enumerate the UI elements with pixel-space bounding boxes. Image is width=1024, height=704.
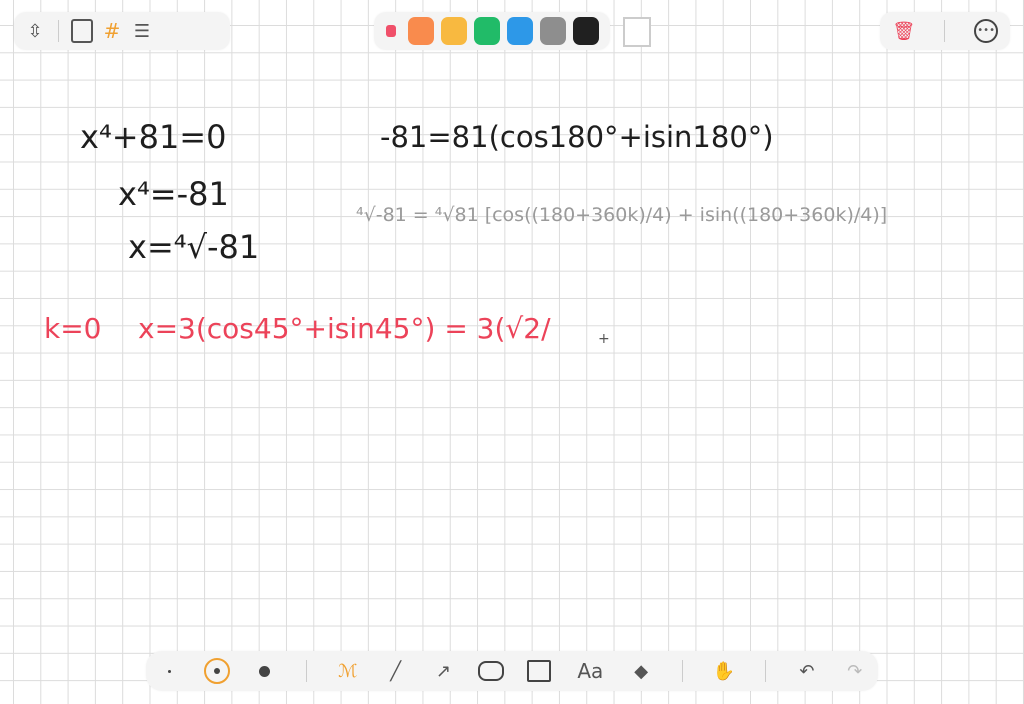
rectangle-icon[interactable] [524, 656, 554, 686]
lined-page-icon[interactable]: ☰ [127, 16, 157, 46]
more-icon[interactable]: ••• [971, 16, 1001, 46]
equation-line-3: x=⁴√-81 [128, 228, 260, 266]
small-dot-icon[interactable] [154, 656, 184, 686]
line-icon[interactable]: ╱ [381, 656, 411, 686]
top-left-toolbar: ⇳ # ☰ [14, 12, 230, 50]
ellipse-icon[interactable] [476, 656, 506, 686]
color-swatch-yellow[interactable] [440, 17, 467, 45]
cursor-crosshair: + [598, 331, 610, 347]
divider [764, 660, 766, 682]
top-right-toolbar: 🗑 ••• [880, 12, 1010, 50]
k-value: k=0 [44, 312, 102, 345]
color-swatch-red-small[interactable] [386, 25, 396, 37]
color-swatch-white[interactable] [623, 17, 651, 47]
divider [58, 20, 59, 42]
equation-line-2: x⁴=-81 [118, 175, 229, 213]
resize-icon[interactable]: ⇳ [20, 16, 50, 46]
hand-icon[interactable]: ✋ [709, 656, 739, 686]
color-swatch-green[interactable] [473, 17, 500, 45]
medium-dot-icon[interactable] [202, 656, 232, 686]
bottom-toolbar: ℳ ╱ ↗ Aa ◆ ✋ ↶ ↷ [146, 651, 878, 691]
polar-form: -81=81(cos180°+isin180°) [380, 120, 774, 154]
grid-page-icon[interactable]: # [97, 16, 127, 46]
equation-line-1: x⁴+81=0 [80, 118, 227, 156]
pen-icon[interactable]: ℳ [333, 656, 363, 686]
divider [305, 660, 307, 682]
color-swatch-gray[interactable] [539, 17, 566, 45]
color-swatch-black[interactable] [572, 17, 599, 45]
solution-k0: x=3(cos45°+isin45°) = 3(√2/ [138, 312, 551, 345]
color-toolbar [374, 12, 610, 50]
color-swatch-blue[interactable] [506, 17, 533, 45]
blank-page-icon[interactable] [67, 16, 97, 46]
root-formula: ⁴√-81 = ⁴√81 [cos((180+360k)/4) + isin((… [356, 204, 888, 226]
arrow-icon[interactable]: ↗ [429, 656, 459, 686]
text-tool-icon[interactable]: Aa [572, 656, 608, 686]
large-dot-icon[interactable] [250, 656, 280, 686]
undo-icon[interactable]: ↶ [792, 656, 822, 686]
redo-icon[interactable]: ↷ [840, 656, 870, 686]
trash-icon[interactable]: 🗑 [889, 16, 919, 46]
divider [682, 660, 684, 682]
color-swatch-orange[interactable] [407, 17, 434, 45]
eraser-icon[interactable]: ◆ [626, 656, 656, 686]
divider [944, 20, 946, 42]
